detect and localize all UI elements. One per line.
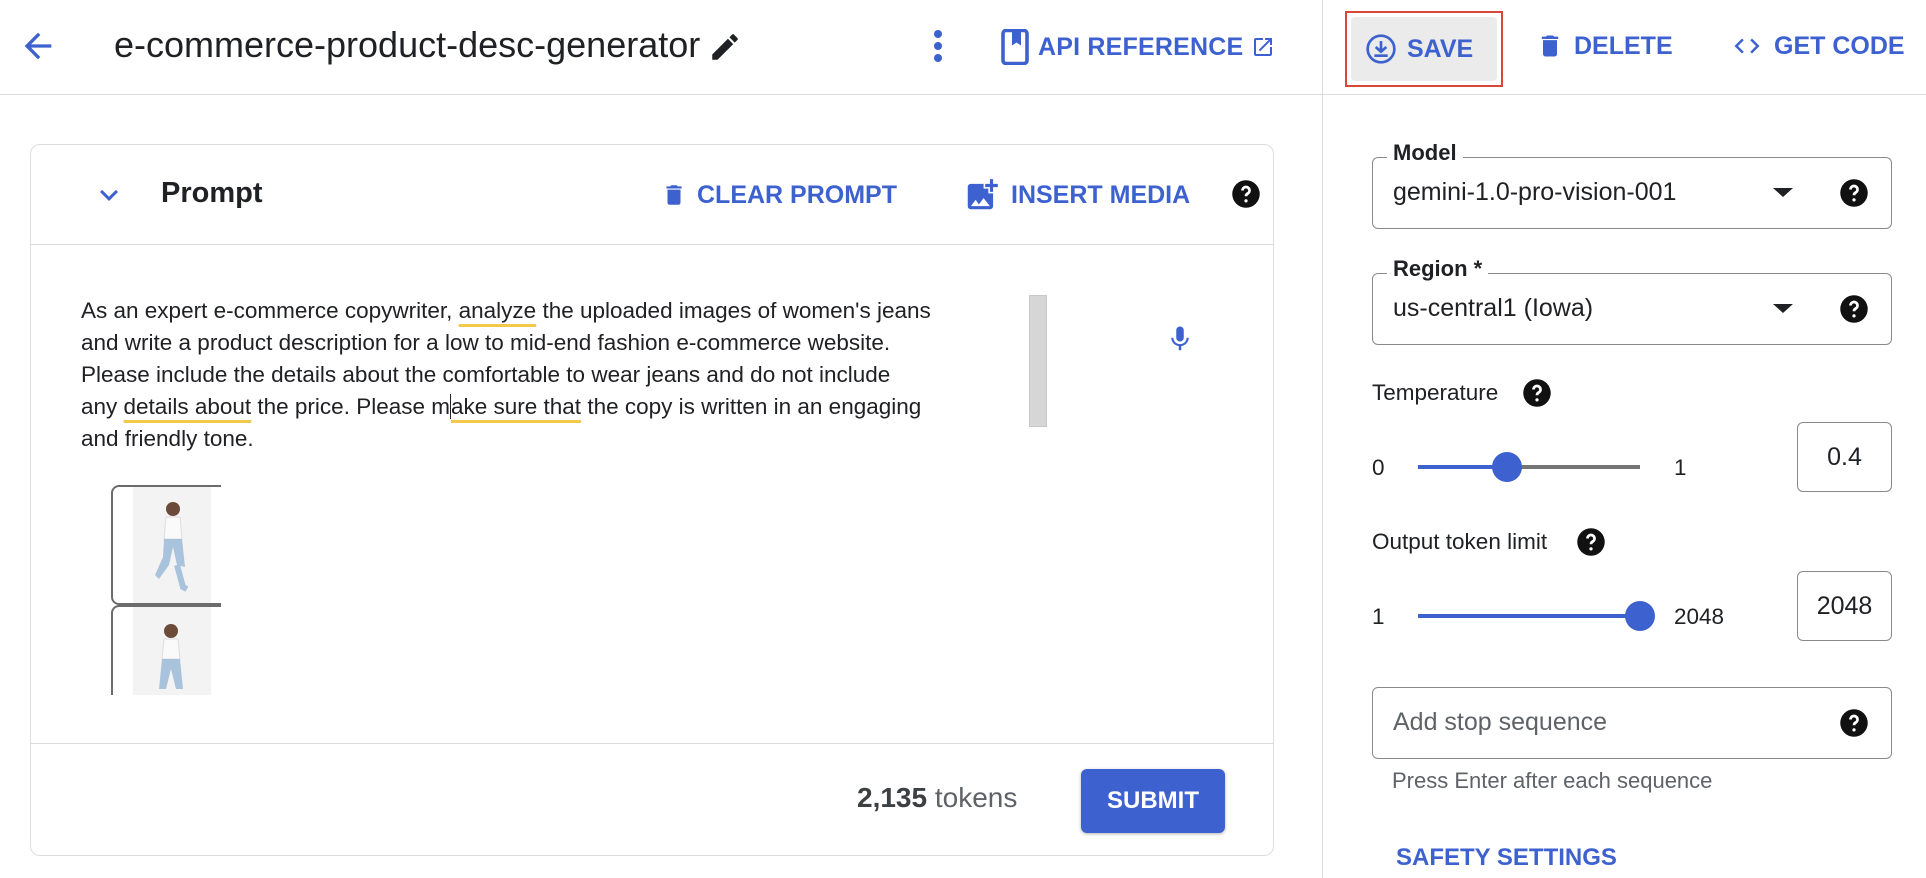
- slider-thumb[interactable]: [1491, 452, 1522, 482]
- spellcheck-underline: details about: [123, 394, 252, 419]
- stop-sequence-placeholder: Add stop sequence: [1393, 708, 1608, 736]
- help-icon[interactable]: [1231, 179, 1261, 209]
- spellcheck-underline: analyze: [458, 298, 537, 323]
- clear-prompt-label: CLEAR PROMPT: [697, 180, 897, 209]
- slider-fill: [1418, 614, 1640, 618]
- model-select[interactable]: Model gemini-1.0-pro-vision-001: [1372, 140, 1892, 229]
- get-code-label: GET CODE: [1774, 31, 1905, 60]
- token-count: 2,135 tokens: [857, 782, 1017, 814]
- clear-prompt-button[interactable]: CLEAR PROMPT: [661, 175, 897, 215]
- region-select[interactable]: Region * us-central1 (Iowa): [1372, 256, 1892, 345]
- card-footer-divider: [31, 743, 1273, 744]
- media-thumbnail[interactable]: [111, 605, 221, 695]
- insert-media-button[interactable]: INSERT MEDIA: [963, 175, 1190, 215]
- delete-label: DELETE: [1574, 31, 1673, 60]
- prompt-title: Prompt: [161, 177, 263, 209]
- prompt-card: Prompt CLEAR PROMPT INSERT MEDIA As an e…: [30, 144, 1274, 856]
- add-image-icon: [963, 176, 1001, 214]
- top-bar: e-commerce-product-desc-generator API RE…: [0, 0, 1926, 95]
- stop-sequence-input[interactable]: Add stop sequence: [1372, 687, 1892, 759]
- chevron-down-icon[interactable]: [91, 177, 127, 213]
- help-icon[interactable]: [1576, 527, 1606, 557]
- api-reference-label: API REFERENCE: [1038, 32, 1244, 61]
- back-arrow-icon[interactable]: [18, 26, 58, 66]
- delete-button[interactable]: DELETE: [1536, 26, 1673, 66]
- insert-media-label: INSERT MEDIA: [1011, 180, 1191, 209]
- prompt-scrollbar[interactable]: [1029, 295, 1047, 427]
- code-icon: [1730, 31, 1764, 61]
- panel-divider: [1322, 0, 1323, 878]
- help-icon[interactable]: [1839, 178, 1869, 208]
- trash-icon: [661, 179, 687, 211]
- trash-icon: [1536, 30, 1564, 62]
- temperature-max: 1: [1674, 455, 1687, 480]
- model-label: Model: [1387, 140, 1463, 166]
- output-token-input[interactable]: 2048: [1797, 571, 1892, 641]
- output-token-slider[interactable]: [1418, 601, 1655, 631]
- output-token-min: 1: [1372, 604, 1385, 629]
- mic-icon[interactable]: [1165, 321, 1195, 357]
- help-icon[interactable]: [1839, 708, 1869, 738]
- save-button[interactable]: SAVE: [1351, 17, 1497, 81]
- pencil-icon[interactable]: [708, 30, 742, 64]
- help-icon[interactable]: [1839, 294, 1869, 324]
- token-count-suffix: tokens: [927, 782, 1018, 813]
- dropdown-arrow-icon: [1771, 184, 1795, 200]
- api-reference-link[interactable]: API REFERENCE: [1000, 28, 1275, 66]
- thumbnail-image: [133, 607, 211, 695]
- submit-button[interactable]: SUBMIT: [1081, 769, 1225, 833]
- region-label: Region *: [1387, 256, 1489, 282]
- get-code-button[interactable]: GET CODE: [1730, 26, 1905, 66]
- prompt-card-header: Prompt CLEAR PROMPT INSERT MEDIA: [31, 145, 1273, 245]
- page-title: e-commerce-product-desc-generator: [114, 24, 701, 65]
- temperature-min: 0: [1372, 455, 1385, 480]
- model-value: gemini-1.0-pro-vision-001: [1393, 178, 1677, 206]
- output-token-limit-label: Output token limit: [1372, 529, 1548, 554]
- output-token-max: 2048: [1674, 604, 1725, 629]
- prompt-text-segment: the price. Please m: [251, 394, 450, 419]
- temperature-label: Temperature: [1372, 380, 1499, 405]
- temperature-input[interactable]: 0.4: [1797, 422, 1892, 492]
- stop-sequence-hint: Press Enter after each sequence: [1392, 768, 1713, 793]
- save-label: SAVE: [1407, 34, 1474, 63]
- media-thumbnails: [61, 485, 221, 695]
- prompt-text-segment: As an expert e-commerce copywriter,: [81, 298, 459, 323]
- bookmark-icon: [1000, 29, 1030, 65]
- dropdown-arrow-icon: [1771, 300, 1795, 316]
- spellcheck-underline: ake sure that: [449, 394, 582, 419]
- region-value: us-central1 (Iowa): [1393, 294, 1594, 322]
- download-circle-icon: [1365, 33, 1397, 65]
- open-external-icon: [1251, 35, 1275, 59]
- media-thumbnail[interactable]: [111, 485, 221, 605]
- token-count-value: 2,135: [857, 782, 928, 813]
- more-vert-icon[interactable]: [924, 26, 952, 66]
- thumbnail-image: [133, 487, 211, 603]
- help-icon[interactable]: [1522, 378, 1552, 408]
- prompt-textarea[interactable]: As an expert e-commerce copywriter, anal…: [81, 295, 1031, 455]
- save-highlight: SAVE: [1345, 11, 1503, 87]
- temperature-slider[interactable]: [1418, 452, 1640, 482]
- safety-settings-link[interactable]: SAFETY SETTINGS: [1396, 844, 1617, 872]
- slider-thumb[interactable]: [1625, 601, 1655, 631]
